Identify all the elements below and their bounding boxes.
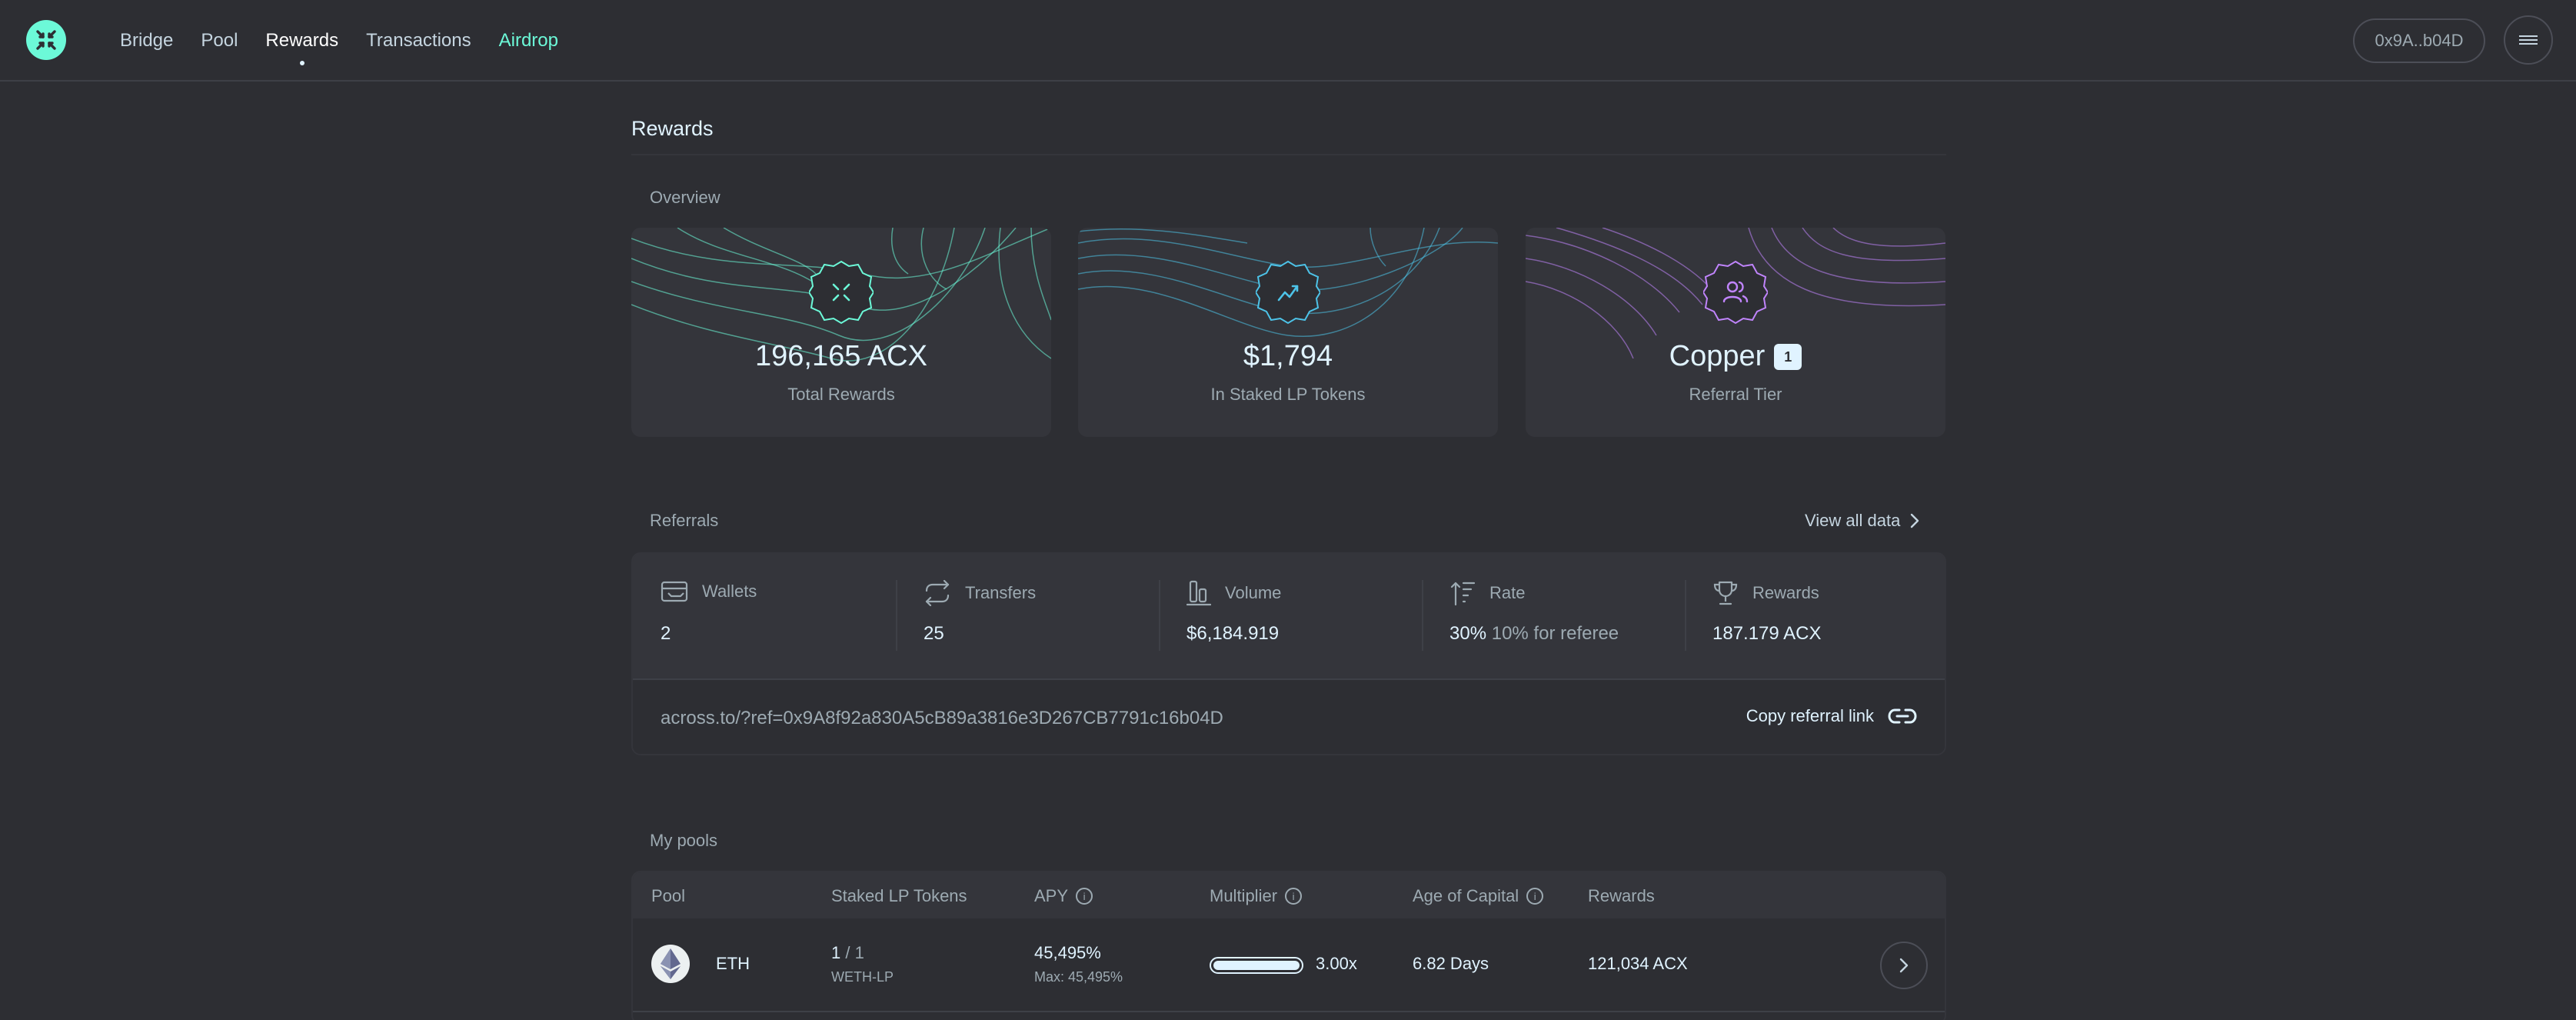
wallet-address-button[interactable]: 0x9A..b04D: [2353, 18, 2485, 63]
stat-volume: Volume $6,184.919: [1159, 554, 1422, 678]
contour-lines: [1078, 228, 1498, 337]
divider: [1422, 580, 1423, 651]
referral-tier-label: Referral Tier: [1689, 385, 1782, 404]
nav-rewards[interactable]: Rewards: [265, 30, 338, 52]
stat-wallets: Wallets 2: [633, 554, 896, 678]
referrals-panel: Wallets 2 Transfers 25 Volume $6,184.919: [631, 552, 1946, 755]
divider: [896, 580, 897, 651]
apy-max: Max: 45,495%: [1034, 969, 1123, 985]
table-header: Pool Staked LP Tokens APY i Multiplier i A…: [633, 872, 1945, 918]
top-navbar: Bridge Pool Rewards Transactions Airdrop…: [0, 0, 2576, 82]
nav-transactions[interactable]: Transactions: [366, 30, 471, 52]
col-rewards: Rewards: [1588, 886, 1655, 905]
trend-up-badge-icon: [1256, 260, 1320, 325]
total-rewards-card: 196,165 ACX Total Rewards: [631, 228, 1051, 437]
referral-stats: Wallets 2 Transfers 25 Volume $6,184.919: [633, 554, 1945, 678]
tier-badge: 1: [1774, 343, 1802, 370]
stat-label: Transfers: [965, 583, 1037, 602]
col-apy: APY i: [1034, 886, 1093, 906]
menu-button[interactable]: [2504, 15, 2553, 65]
nav-pool[interactable]: Pool: [201, 30, 238, 52]
col-staked: Staked LP Tokens: [831, 886, 967, 905]
stat-value: $6,184.919: [1186, 623, 1280, 644]
pool-name: ETH: [716, 954, 750, 973]
stat-label: Rewards: [1752, 583, 1819, 602]
stat-rate: Rate 30% 10% for referee: [1422, 554, 1685, 678]
referee-rate: 10% for referee: [1491, 623, 1619, 644]
stat-rewards: Rewards 187.179 ACX: [1685, 554, 1945, 678]
info-icon[interactable]: i: [1285, 888, 1303, 905]
lp-token-name: WETH-LP: [831, 969, 894, 985]
overview-label: Overview: [650, 188, 721, 207]
info-icon[interactable]: i: [1076, 888, 1093, 905]
table-row[interactable]: ETH 1 / 1 WETH-LP 45,495% Max: 45,495% 3…: [633, 918, 1945, 1012]
across-badge-icon: [809, 260, 874, 325]
multiplier-bar: [1210, 957, 1303, 974]
referrals-label: Referrals: [650, 511, 719, 530]
hamburger-icon: [2519, 33, 2538, 47]
nav-bridge[interactable]: Bridge: [120, 30, 173, 52]
staked-cell: 1 / 1 WETH-LP: [831, 943, 894, 985]
chevron-right-icon: [1899, 958, 1909, 973]
my-pools-label: My pools: [650, 831, 718, 850]
staked-lp-value: $1,794: [1243, 340, 1333, 372]
stat-value: 187.179 ACX: [1712, 623, 1822, 644]
view-all-label: View all data: [1805, 511, 1901, 530]
total-rewards-label: Total Rewards: [787, 385, 895, 404]
page-title: Rewards: [631, 117, 714, 140]
stat-value: 2: [661, 623, 671, 644]
across-logo-icon[interactable]: [26, 20, 66, 60]
staked-total: / 1: [845, 943, 864, 962]
referral-link-row: across.to/?ref=0x9A8f92a830A5cB89a3816e3…: [633, 678, 1945, 754]
col-pool: Pool: [651, 886, 686, 905]
age-value: 6.82 Days: [1413, 954, 1489, 973]
wallet-icon: [661, 581, 688, 602]
nav-airdrop[interactable]: Airdrop: [499, 30, 558, 52]
stat-label: Volume: [1225, 583, 1282, 602]
transfer-icon: [925, 580, 950, 606]
volume-icon: [1186, 580, 1211, 606]
users-badge-icon: [1703, 260, 1768, 325]
chevron-right-icon: [1911, 513, 1919, 528]
copy-referral-link-button[interactable]: Copy referral link: [1746, 706, 1917, 726]
title-divider: [631, 154, 1946, 155]
contour-lines: [631, 228, 1051, 362]
stat-transfers: Transfers 25: [896, 554, 1159, 678]
rewards-value: 121,034 ACX: [1588, 954, 1688, 973]
divider: [1159, 580, 1160, 651]
link-icon: [1888, 708, 1917, 724]
divider: [1685, 580, 1686, 651]
apy-cell: 45,495% Max: 45,495%: [1034, 943, 1123, 985]
stat-value: 30% 10% for referee: [1449, 623, 1619, 645]
copy-link-label: Copy referral link: [1746, 706, 1874, 725]
staked-lp-card: $1,794 In Staked LP Tokens: [1078, 228, 1498, 437]
staked-lp-label: In Staked LP Tokens: [1210, 385, 1366, 404]
row-expand-button[interactable]: [1880, 942, 1928, 989]
view-all-data-link[interactable]: View all data: [1805, 511, 1920, 531]
trophy-icon: [1713, 581, 1738, 605]
stat-value: 25: [924, 623, 944, 644]
staked-value: 1: [831, 943, 841, 962]
rate-icon: [1450, 582, 1476, 606]
apy-value: 45,495%: [1034, 943, 1101, 962]
eth-icon: [651, 945, 690, 983]
multiplier-value: 3.00x: [1316, 954, 1357, 973]
multiplier-fill: [1213, 961, 1300, 970]
main-nav: Bridge Pool Rewards Transactions Airdrop: [120, 0, 586, 82]
contour-lines: [1526, 228, 1945, 359]
info-icon[interactable]: i: [1526, 888, 1544, 905]
total-rewards-value: 196,165 ACX: [755, 340, 927, 372]
stat-label: Wallets: [702, 582, 757, 601]
pools-table: Pool Staked LP Tokens APY i Multiplier i A…: [631, 871, 1946, 1020]
col-multiplier: Multiplier i: [1210, 886, 1303, 906]
col-age: Age of Capital i: [1413, 886, 1544, 906]
stat-label: Rate: [1489, 583, 1526, 602]
referral-tier-value: Copper 1: [1526, 340, 1945, 373]
referral-tier-card: Copper 1 Referral Tier: [1526, 228, 1945, 437]
referral-link[interactable]: across.to/?ref=0x9A8f92a830A5cB89a3816e3…: [661, 708, 1223, 729]
rate-value: 30%: [1449, 623, 1487, 644]
